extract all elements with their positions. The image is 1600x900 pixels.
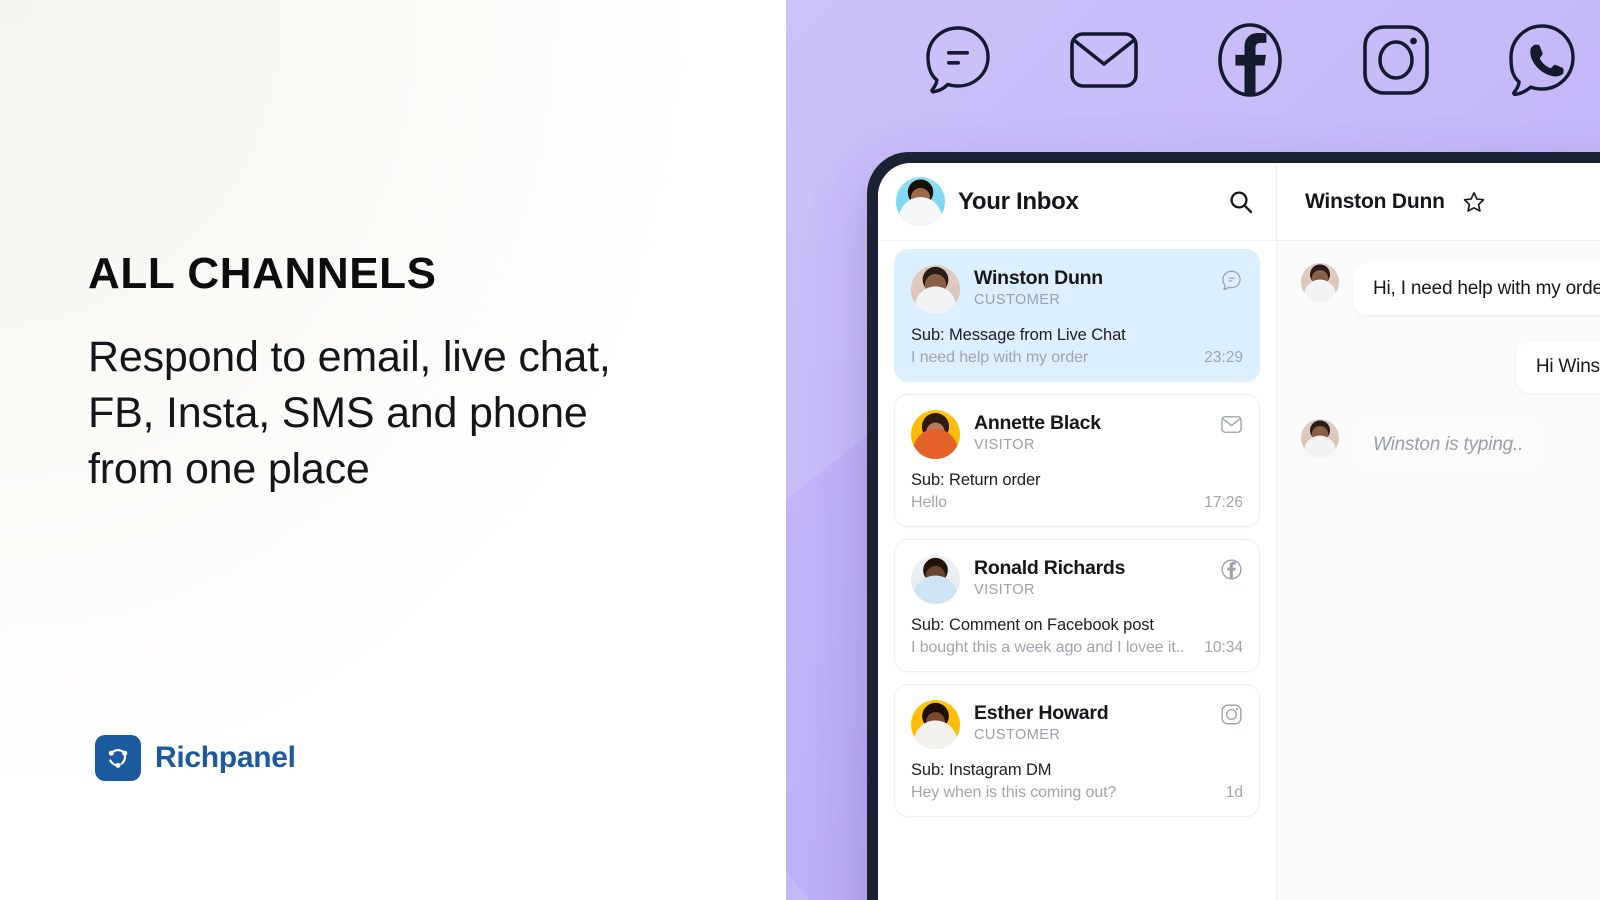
conversation-identity: Ronald Richards VISITOR [974, 555, 1205, 598]
chat-bubble: Hi, I need help with my order [1353, 263, 1600, 315]
star-icon[interactable] [1459, 187, 1489, 217]
email-icon [1219, 412, 1243, 436]
conversation-footer: Hey when is this coming out? 1d [911, 784, 1243, 802]
inbox-column: Your Inbox Winston Dunn CUSTOMER Sub: Me… [878, 163, 1277, 900]
avatar [911, 555, 960, 604]
richpanel-logo-icon [95, 735, 141, 781]
conversation-preview: Hey when is this coming out? [911, 784, 1117, 801]
marketing-content: ALL CHANNELS Respond to email, live chat… [88, 0, 728, 900]
channel-icon-strip [916, 18, 1584, 102]
instagram-icon [1354, 18, 1438, 102]
promo-screenshot: ALL CHANNELS Respond to email, live chat… [0, 0, 1600, 900]
conversation-identity: Annette Black VISITOR [974, 410, 1205, 453]
conversation-name: Winston Dunn [974, 267, 1103, 289]
conversation-subject: Sub: Return order [911, 471, 1041, 489]
conversation-subject: Sub: Comment on Facebook post [911, 616, 1154, 634]
conversation-subject: Sub: Message from Live Chat [911, 326, 1126, 344]
conversation-name: Esther Howard [974, 702, 1109, 724]
phone-device-frame: Your Inbox Winston Dunn CUSTOMER Sub: Me… [867, 152, 1600, 900]
conversation-item-esther-howard[interactable]: Esther Howard CUSTOMER Sub: Instagram DM… [894, 684, 1260, 817]
search-icon[interactable] [1226, 187, 1256, 217]
facebook-icon [1219, 557, 1243, 581]
conversation-top-row: Winston Dunn CUSTOMER [911, 265, 1243, 314]
brand-logo: Richpanel [95, 735, 296, 781]
app-screen: Your Inbox Winston Dunn CUSTOMER Sub: Me… [878, 163, 1600, 900]
conversation-preview: I bought this a week ago and I lovee it.… [911, 639, 1185, 656]
agent-avatar[interactable] [896, 177, 945, 226]
conversation-top-row: Esther Howard CUSTOMER [911, 700, 1243, 749]
chat-header: Winston Dunn [1277, 163, 1600, 241]
conversation-top-row: Ronald Richards VISITOR [911, 555, 1243, 604]
conversation-time: 23:29 [1204, 349, 1243, 366]
chat-column: Winston Dunn Hi, I need help with my ord… [1277, 163, 1600, 900]
marketing-panel: ALL CHANNELS Respond to email, live chat… [0, 0, 786, 900]
avatar [1301, 419, 1339, 457]
chat-bubble: Hi Winston, sure [1515, 341, 1600, 393]
brand-name: Richpanel [155, 741, 296, 774]
eyebrow-heading: ALL CHANNELS [88, 249, 437, 298]
conversation-time: 1d [1225, 784, 1243, 801]
conversation-item-ronald-richards[interactable]: Ronald Richards VISITOR Sub: Comment on … [894, 539, 1260, 672]
inbox-header: Your Inbox [878, 163, 1276, 241]
conversation-preview: Hello [911, 494, 947, 511]
avatar [911, 700, 960, 749]
conversation-name: Annette Black [974, 412, 1101, 434]
chat-contact-name: Winston Dunn [1305, 189, 1445, 213]
conversation-list[interactable]: Winston Dunn CUSTOMER Sub: Message from … [878, 241, 1276, 817]
conversation-name: Ronald Richards [974, 557, 1126, 579]
live-chat-icon [1219, 267, 1243, 291]
conversation-role: VISITOR [974, 582, 1035, 599]
instagram-icon [1219, 702, 1243, 726]
conversation-footer: Hello 17:26 [911, 494, 1243, 512]
inbox-title: Your Inbox [958, 187, 1079, 215]
conversation-item-winston-dunn[interactable]: Winston Dunn CUSTOMER Sub: Message from … [894, 249, 1260, 382]
conversation-role: VISITOR [974, 437, 1035, 454]
typing-status-text: Winston is typing.. [1353, 419, 1544, 471]
live-chat-icon [916, 18, 1000, 102]
conversation-time: 17:26 [1204, 494, 1243, 511]
conversation-identity: Winston Dunn CUSTOMER [974, 265, 1205, 308]
chat-message-list: Hi, I need help with my order Hi Winston… [1277, 241, 1600, 900]
chat-message-typing-indicator: Winston is typing.. [1301, 419, 1600, 471]
conversation-time: 10:34 [1204, 639, 1243, 656]
chat-message-incoming: Hi, I need help with my order [1301, 263, 1600, 315]
avatar [1301, 263, 1339, 301]
conversation-role: CUSTOMER [974, 292, 1061, 309]
conversation-top-row: Annette Black VISITOR [911, 410, 1243, 459]
avatar [911, 265, 960, 314]
conversation-identity: Esther Howard CUSTOMER [974, 700, 1205, 743]
conversation-item-annette-black[interactable]: Annette Black VISITOR Sub: Return order … [894, 394, 1260, 527]
email-icon [1062, 18, 1146, 102]
conversation-preview: I need help with my order [911, 349, 1089, 366]
conversation-role: CUSTOMER [974, 727, 1061, 744]
conversation-subject: Sub: Instagram DM [911, 761, 1052, 779]
conversation-footer: I need help with my order 23:29 [911, 349, 1243, 367]
avatar [911, 410, 960, 459]
product-showcase-panel: Your Inbox Winston Dunn CUSTOMER Sub: Me… [786, 0, 1600, 900]
page-title: Respond to email, live chat, FB, Insta, … [88, 333, 611, 493]
facebook-icon [1208, 18, 1292, 102]
conversation-footer: I bought this a week ago and I lovee it.… [911, 639, 1243, 657]
chat-message-outgoing: Hi Winston, sure [1301, 341, 1600, 393]
whatsapp-icon [1500, 18, 1584, 102]
